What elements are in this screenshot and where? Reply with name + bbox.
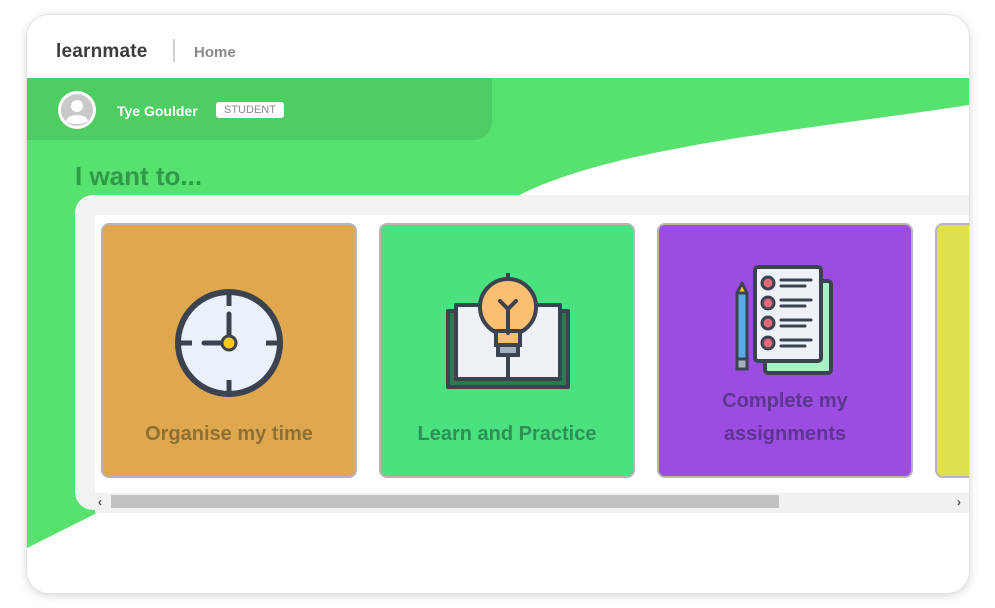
card-complete-assignments[interactable]: Complete my assignments — [657, 223, 913, 478]
lightbulb-book-icon — [446, 273, 570, 389]
scroll-left-arrow[interactable]: ‹ — [98, 495, 102, 509]
app-window: learnmate Home Tye Goulder STUDENT I wan… — [27, 15, 969, 593]
role-badge: STUDENT — [216, 102, 284, 118]
app-logo[interactable]: learnmate — [56, 41, 148, 63]
card-label-line2: assignments — [723, 423, 847, 445]
card-organise-time[interactable]: Organise my time — [101, 223, 357, 478]
header-divider — [173, 39, 175, 62]
card-partial[interactable] — [935, 223, 969, 478]
user-bar: Tye Goulder STUDENT — [27, 78, 492, 140]
clock-icon — [175, 289, 283, 397]
card-label: Organise my time — [145, 423, 313, 445]
scroll-right-arrow[interactable]: › — [957, 495, 961, 509]
checklist-icon — [735, 265, 833, 375]
page-heading: I want to... — [75, 161, 203, 191]
scrollbar-thumb[interactable] — [111, 495, 779, 508]
avatar-icon[interactable] — [58, 91, 96, 129]
card-label-line1: Complete my — [722, 390, 848, 412]
top-bar: learnmate Home — [27, 15, 969, 78]
horizontal-scrollbar[interactable]: ‹ › — [95, 493, 969, 513]
options-panel: Organise my time Learn and Practice Comp… — [75, 195, 969, 513]
breadcrumb-home[interactable]: Home — [194, 44, 236, 61]
card-carousel[interactable]: Organise my time Learn and Practice Comp… — [95, 215, 969, 513]
card-learn-practice[interactable]: Learn and Practice — [379, 223, 635, 478]
user-name: Tye Goulder — [117, 103, 198, 119]
card-label: Learn and Practice — [417, 423, 597, 445]
